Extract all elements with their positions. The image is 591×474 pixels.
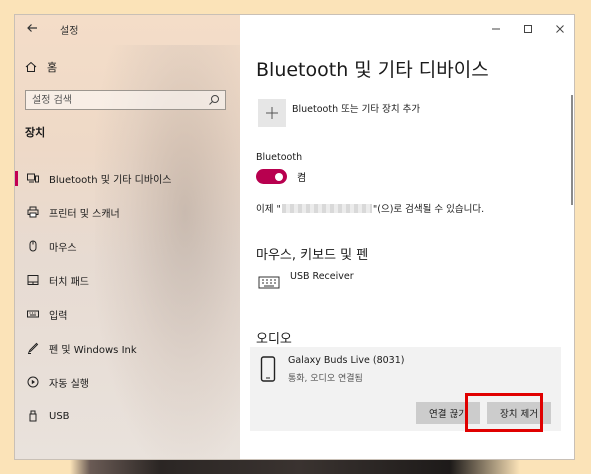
sidebar-item-autoplay[interactable]: 자동 실행 bbox=[15, 365, 240, 399]
titlebar: 설정 bbox=[15, 15, 240, 43]
back-arrow-icon[interactable] bbox=[25, 21, 39, 35]
maximize-icon[interactable] bbox=[512, 15, 544, 43]
sidebar-item-label: 터치 패드 bbox=[49, 276, 89, 288]
keyboard-icon bbox=[26, 307, 40, 321]
sidebar-item-mouse[interactable]: 마우스 bbox=[15, 229, 240, 263]
sidebar-item-usb[interactable]: USB bbox=[15, 399, 240, 433]
search-box[interactable] bbox=[25, 90, 226, 110]
redacted-device-name bbox=[281, 203, 372, 213]
add-device-label[interactable]: Bluetooth 또는 기타 장치 추가 bbox=[292, 101, 420, 115]
highlight-box bbox=[465, 393, 543, 432]
home-link[interactable]: 홈 bbox=[25, 59, 57, 75]
bluetooth-toggle[interactable] bbox=[256, 169, 287, 184]
home-icon bbox=[25, 61, 37, 72]
touchpad-icon bbox=[26, 273, 40, 287]
sidebar-item-label: Bluetooth 및 기타 디바이스 bbox=[49, 174, 172, 186]
sidebar-item-bluetooth[interactable]: Bluetooth 및 기타 디바이스 bbox=[15, 161, 240, 195]
sidebar-item-touchpad[interactable]: 터치 패드 bbox=[15, 263, 240, 297]
sidebar: 설정 홈 장치 Bluetooth 및 기타 디바이스 프린터 및 스캐너 마우… bbox=[15, 15, 240, 459]
input-device-name: USB Receiver bbox=[290, 271, 354, 282]
mouse-icon bbox=[26, 239, 40, 253]
keyboard-icon bbox=[258, 271, 280, 293]
bluetooth-label: Bluetooth bbox=[256, 152, 303, 163]
printer-icon bbox=[26, 205, 40, 219]
input-devices-heading: 마우스, 키보드 및 펜 bbox=[256, 248, 369, 263]
plus-icon[interactable] bbox=[258, 99, 286, 127]
audio-device-name: Galaxy Buds Live (8031) bbox=[288, 355, 405, 366]
phone-icon bbox=[260, 356, 276, 382]
desktop-background-strip bbox=[0, 458, 591, 474]
minimize-icon[interactable] bbox=[480, 15, 512, 43]
sidebar-item-printers[interactable]: 프린터 및 스캐너 bbox=[15, 195, 240, 229]
sidebar-item-label: 마우스 bbox=[49, 242, 77, 254]
sidebar-item-label: 프린터 및 스캐너 bbox=[49, 208, 120, 220]
discover-prefix: 이제 " bbox=[256, 204, 281, 215]
sidebar-nav: Bluetooth 및 기타 디바이스 프린터 및 스캐너 마우스 터치 패드 … bbox=[15, 161, 240, 433]
close-icon[interactable] bbox=[544, 15, 574, 43]
discover-suffix: "(으)로 검색될 수 있습니다. bbox=[372, 204, 485, 215]
toggle-state-label: 켬 bbox=[297, 173, 307, 184]
section-label: 장치 bbox=[25, 126, 46, 139]
autoplay-icon bbox=[26, 375, 40, 389]
search-input[interactable] bbox=[26, 91, 202, 109]
discoverable-text: 이제 " "(으)로 검색될 수 있습니다. bbox=[256, 201, 484, 215]
sidebar-item-label: 입력 bbox=[49, 310, 68, 322]
sidebar-item-label: USB bbox=[49, 410, 70, 422]
sidebar-item-typing[interactable]: 입력 bbox=[15, 297, 240, 331]
add-device-row[interactable]: Bluetooth 또는 기타 장치 추가 bbox=[258, 99, 420, 127]
search-icon[interactable] bbox=[208, 94, 220, 106]
app-title: 설정 bbox=[60, 26, 79, 37]
sidebar-item-label: 자동 실행 bbox=[49, 378, 89, 390]
scrollbar[interactable] bbox=[571, 95, 573, 205]
input-device-row[interactable]: USB Receiver bbox=[258, 271, 354, 293]
audio-device-status: 통화, 오디오 연결됨 bbox=[288, 374, 363, 384]
pen-icon bbox=[26, 341, 40, 355]
bluetooth-toggle-row: 켬 bbox=[256, 169, 306, 184]
sidebar-item-pen[interactable]: 펜 및 Windows Ink bbox=[15, 331, 240, 365]
home-label: 홈 bbox=[47, 61, 58, 74]
page-title: Bluetooth 및 기타 디바이스 bbox=[256, 59, 489, 81]
bluetooth-devices-icon bbox=[26, 171, 40, 185]
usb-icon bbox=[26, 409, 40, 423]
sidebar-item-label: 펜 및 Windows Ink bbox=[49, 344, 137, 356]
audio-heading: 오디오 bbox=[256, 332, 292, 347]
window-controls bbox=[480, 15, 574, 43]
